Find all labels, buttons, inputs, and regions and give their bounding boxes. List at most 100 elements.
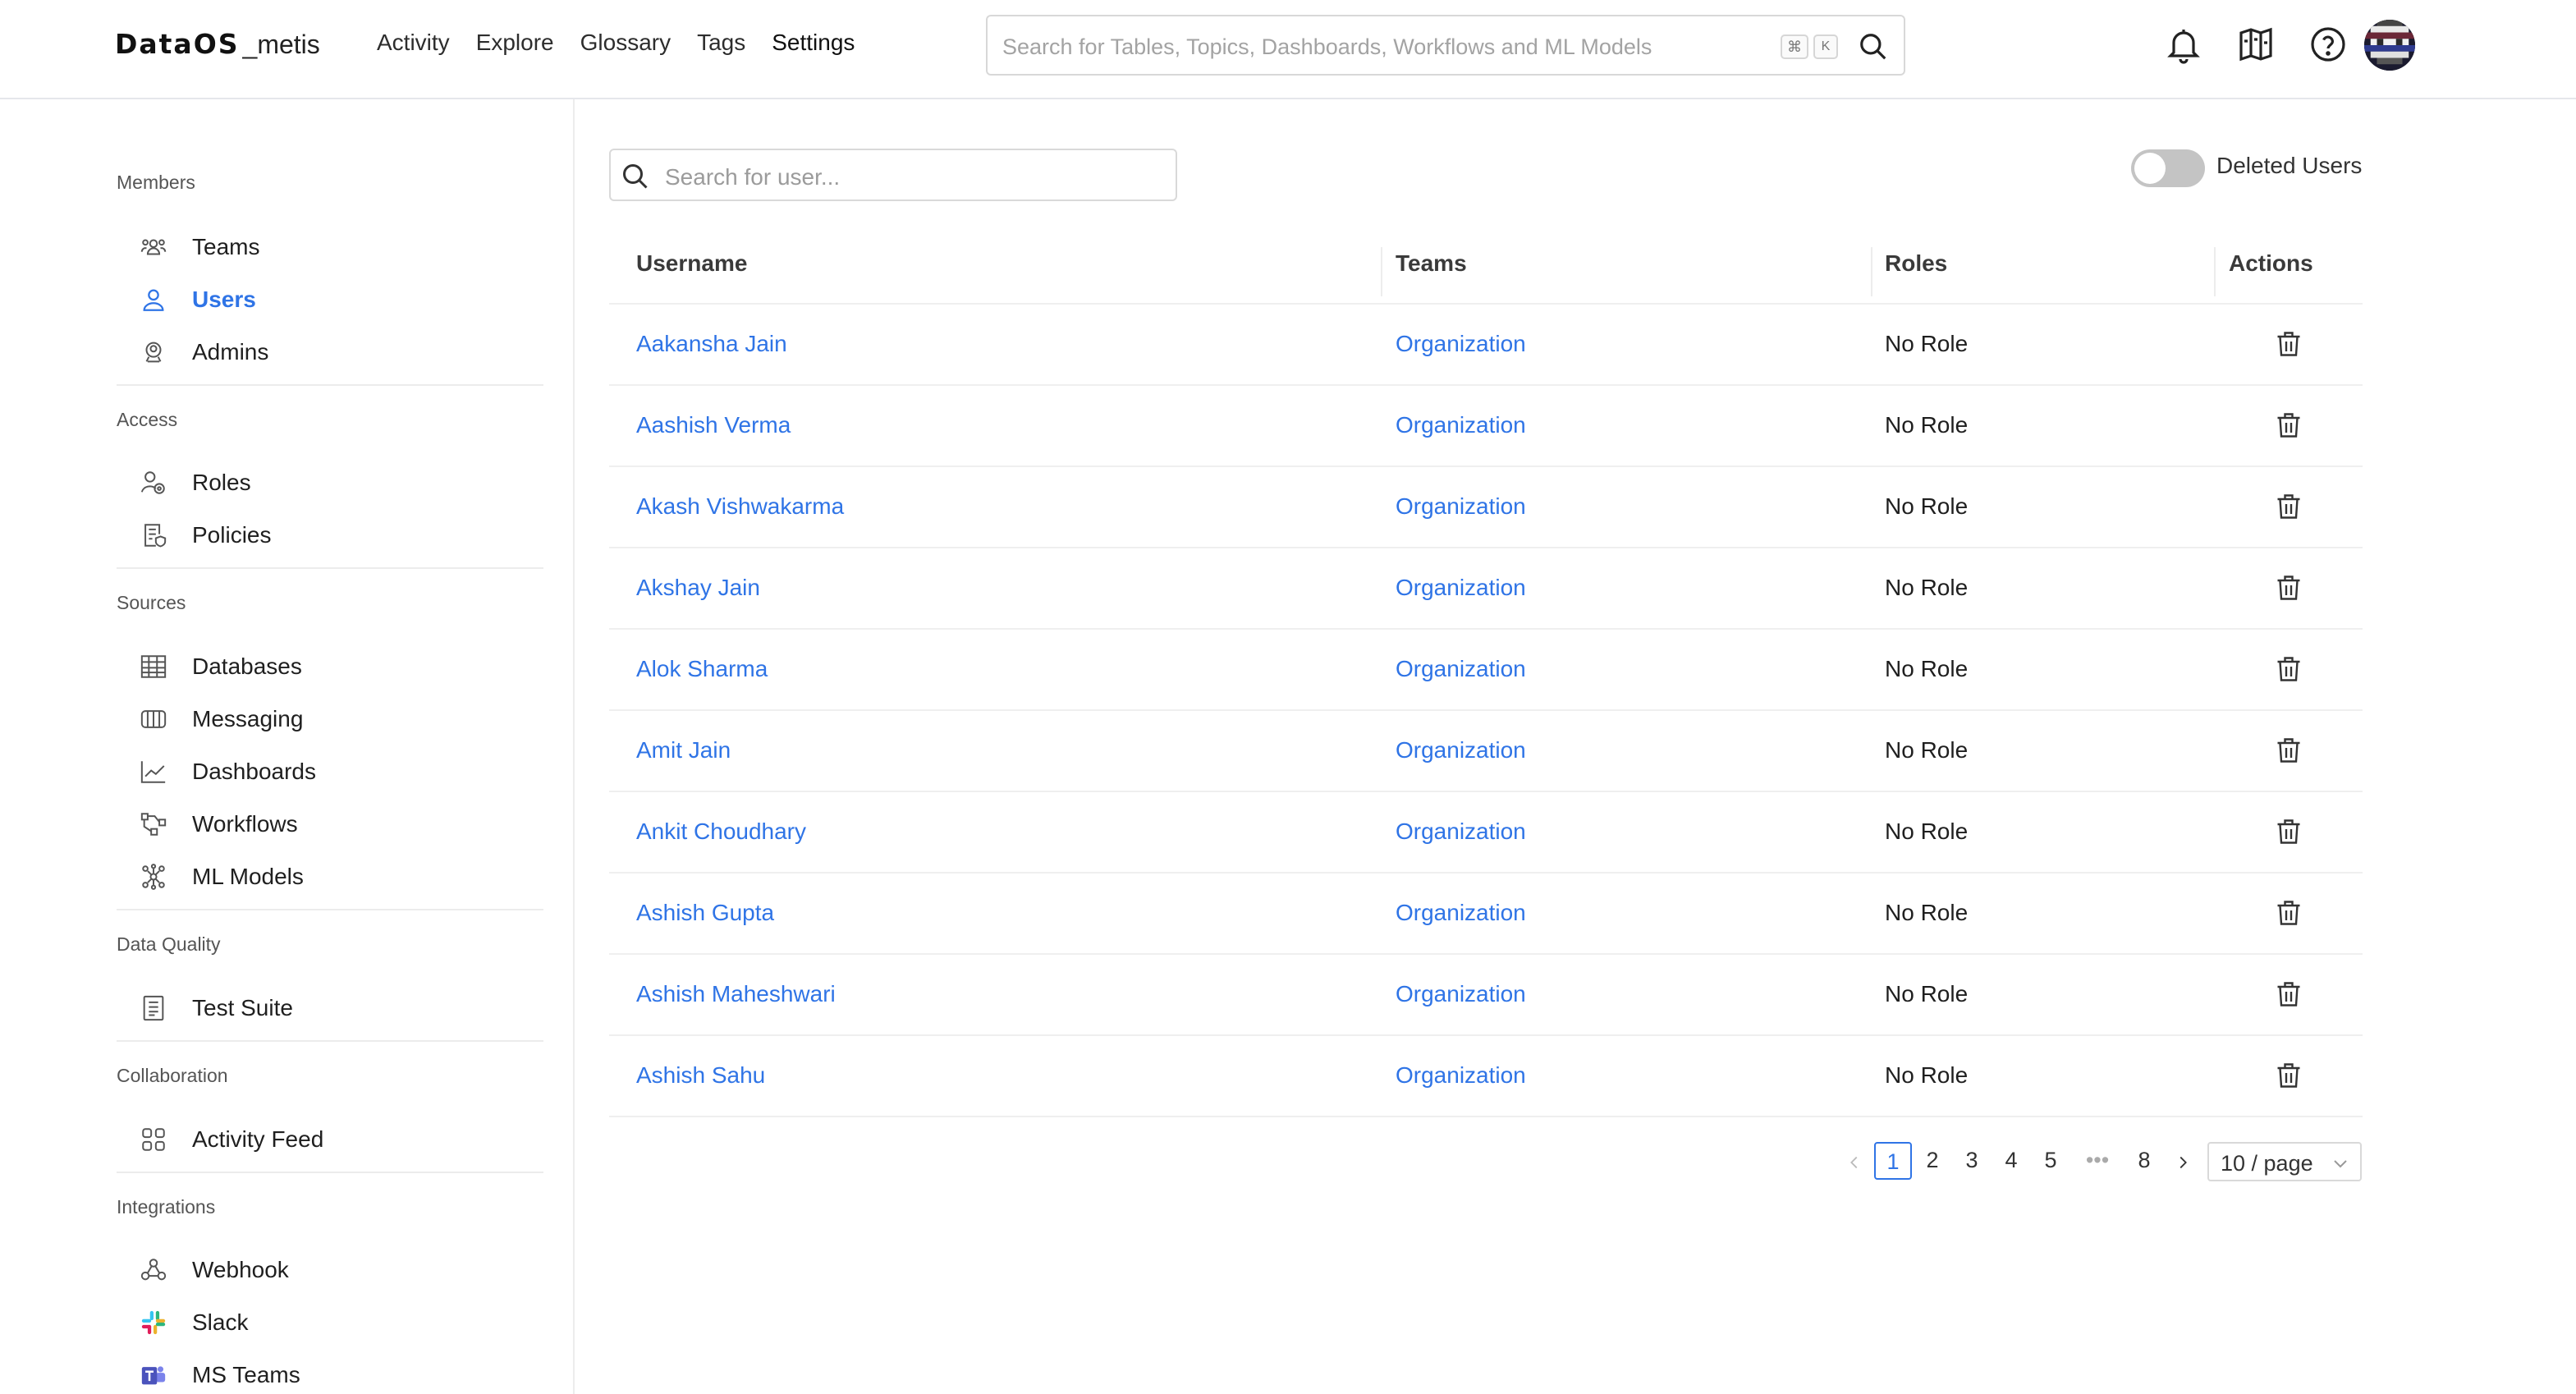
- role-value: No Role: [1885, 331, 1969, 356]
- username-link[interactable]: Akash Vishwakarma: [636, 493, 844, 520]
- page-2[interactable]: 2: [1914, 1142, 1951, 1180]
- group-title-data-quality: Data Quality: [117, 933, 221, 955]
- column-header-username[interactable]: Username: [636, 250, 747, 277]
- avatar[interactable]: [2364, 20, 2415, 71]
- sidebar-item-activity-feed[interactable]: Activity Feed: [140, 1119, 550, 1160]
- table-row: Ashish Sahu Organization No Role: [609, 1036, 2363, 1117]
- username-link[interactable]: Amit Jain: [636, 737, 731, 763]
- table-row: Ashish Maheshwari Organization No Role: [609, 955, 2363, 1036]
- sidebar-item-label: Activity Feed: [192, 1126, 324, 1152]
- page-8[interactable]: 8: [2125, 1142, 2163, 1180]
- sidebar-item-test-suite[interactable]: Test Suite: [140, 988, 550, 1029]
- team-link[interactable]: Organization: [1396, 412, 1526, 438]
- username-link[interactable]: Ashish Sahu: [636, 1062, 765, 1089]
- nav-activity[interactable]: Activity: [377, 30, 450, 56]
- user-search-input[interactable]: Search for user...: [609, 149, 1177, 201]
- sidebar-item-slack[interactable]: Slack: [140, 1302, 550, 1343]
- team-link[interactable]: Organization: [1396, 737, 1526, 763]
- nav-glossary[interactable]: Glossary: [580, 30, 671, 56]
- group-title-integrations: Integrations: [117, 1196, 216, 1217]
- role-value: No Role: [1885, 1062, 1969, 1088]
- team-link[interactable]: Organization: [1396, 575, 1526, 601]
- sidebar-item-webhook[interactable]: Webhook: [140, 1250, 550, 1291]
- page-1[interactable]: 1: [1874, 1142, 1912, 1180]
- search-icon[interactable]: [1858, 31, 1889, 62]
- prev-page-icon[interactable]: [1845, 1153, 1863, 1172]
- column-header-actions: Actions: [2229, 250, 2313, 276]
- user-search-placeholder: Search for user...: [665, 164, 841, 190]
- username-link[interactable]: Aakansha Jain: [636, 331, 787, 357]
- delete-icon[interactable]: [2274, 978, 2303, 1011]
- settings-sidebar: Members Teams Users Admins Access Roles …: [0, 99, 575, 1394]
- deleted-users-toggle[interactable]: [2131, 149, 2205, 187]
- ml-model-icon: [142, 864, 165, 890]
- users-table: Username Teams Roles Actions Aakansha Ja…: [609, 239, 2363, 1117]
- nav-tags[interactable]: Tags: [697, 30, 745, 56]
- delete-icon[interactable]: [2274, 896, 2303, 929]
- delete-icon[interactable]: [2274, 653, 2303, 686]
- team-link[interactable]: Organization: [1396, 493, 1526, 520]
- sidebar-item-databases[interactable]: Databases: [140, 646, 550, 687]
- page-5[interactable]: 5: [2032, 1142, 2070, 1180]
- column-header-teams[interactable]: Teams: [1396, 250, 1467, 277]
- sidebar-item-roles[interactable]: Roles: [140, 462, 550, 503]
- sidebar-item-messaging[interactable]: Messaging: [140, 699, 550, 740]
- delete-icon[interactable]: [2274, 815, 2303, 848]
- page-4[interactable]: 4: [1992, 1142, 2030, 1180]
- column-header-roles[interactable]: Roles: [1885, 250, 1947, 277]
- help-circle-icon[interactable]: [2308, 25, 2348, 64]
- delete-icon[interactable]: [2274, 490, 2303, 523]
- sidebar-item-teams[interactable]: Teams: [140, 227, 550, 268]
- table-icon: [140, 655, 167, 678]
- app-logo[interactable]: DataOS _metis: [115, 28, 320, 61]
- delete-icon[interactable]: [2274, 328, 2303, 360]
- user-icon: [143, 289, 164, 311]
- page-size-select[interactable]: 10 / page: [2207, 1142, 2362, 1181]
- username-link[interactable]: Alok Sharma: [636, 656, 768, 682]
- shortcut-cmd-key: ⌘: [1781, 34, 1808, 59]
- page-3[interactable]: 3: [1953, 1142, 1991, 1180]
- policies-icon: [144, 524, 167, 548]
- sidebar-item-ml-models[interactable]: ML Models: [140, 856, 550, 897]
- sidebar-item-label: Databases: [192, 653, 302, 679]
- sidebar-item-ms-teams[interactable]: MS Teams: [140, 1355, 550, 1394]
- team-link[interactable]: Organization: [1396, 656, 1526, 682]
- username-link[interactable]: Ashish Gupta: [636, 900, 774, 926]
- global-search-input[interactable]: Search for Tables, Topics, Dashboards, W…: [986, 15, 1905, 76]
- role-value: No Role: [1885, 981, 1969, 1007]
- username-link[interactable]: Ashish Maheshwari: [636, 981, 836, 1007]
- page-ellipsis[interactable]: •••: [2079, 1142, 2116, 1180]
- team-link[interactable]: Organization: [1396, 900, 1526, 926]
- delete-icon[interactable]: [2274, 409, 2303, 442]
- sidebar-item-users[interactable]: Users: [140, 279, 550, 320]
- team-link[interactable]: Organization: [1396, 819, 1526, 845]
- role-value: No Role: [1885, 412, 1969, 438]
- username-link[interactable]: Akshay Jain: [636, 575, 760, 601]
- slack-icon: [141, 1310, 166, 1335]
- sidebar-item-label: ML Models: [192, 864, 304, 889]
- nav-explore[interactable]: Explore: [476, 30, 554, 56]
- map-book-icon[interactable]: [2236, 25, 2276, 64]
- table-row: Aakansha Jain Organization No Role: [609, 305, 2363, 386]
- sidebar-item-policies[interactable]: Policies: [140, 515, 550, 556]
- sidebar-item-admins[interactable]: Admins: [140, 332, 550, 373]
- bell-icon[interactable]: [2164, 25, 2203, 64]
- sidebar-item-label: Users: [192, 287, 256, 312]
- top-navbar: DataOS _metis Activity Explore Glossary …: [0, 0, 2576, 99]
- sidebar-item-label: Webhook: [192, 1257, 289, 1282]
- team-link[interactable]: Organization: [1396, 331, 1526, 357]
- delete-icon[interactable]: [2274, 571, 2303, 604]
- sidebar-item-dashboards[interactable]: Dashboards: [140, 751, 550, 792]
- sidebar-item-label: Slack: [192, 1309, 249, 1335]
- team-link[interactable]: Organization: [1396, 981, 1526, 1007]
- next-page-icon[interactable]: [2174, 1153, 2192, 1172]
- sidebar-item-workflows[interactable]: Workflows: [140, 804, 550, 845]
- sidebar-item-label: Roles: [192, 470, 251, 495]
- nav-settings[interactable]: Settings: [772, 30, 855, 56]
- delete-icon[interactable]: [2274, 734, 2303, 767]
- delete-icon[interactable]: [2274, 1059, 2303, 1092]
- username-link[interactable]: Aashish Verma: [636, 412, 791, 438]
- username-link[interactable]: Ankit Choudhary: [636, 819, 806, 845]
- team-link[interactable]: Organization: [1396, 1062, 1526, 1089]
- sidebar-item-label: Policies: [192, 522, 272, 548]
